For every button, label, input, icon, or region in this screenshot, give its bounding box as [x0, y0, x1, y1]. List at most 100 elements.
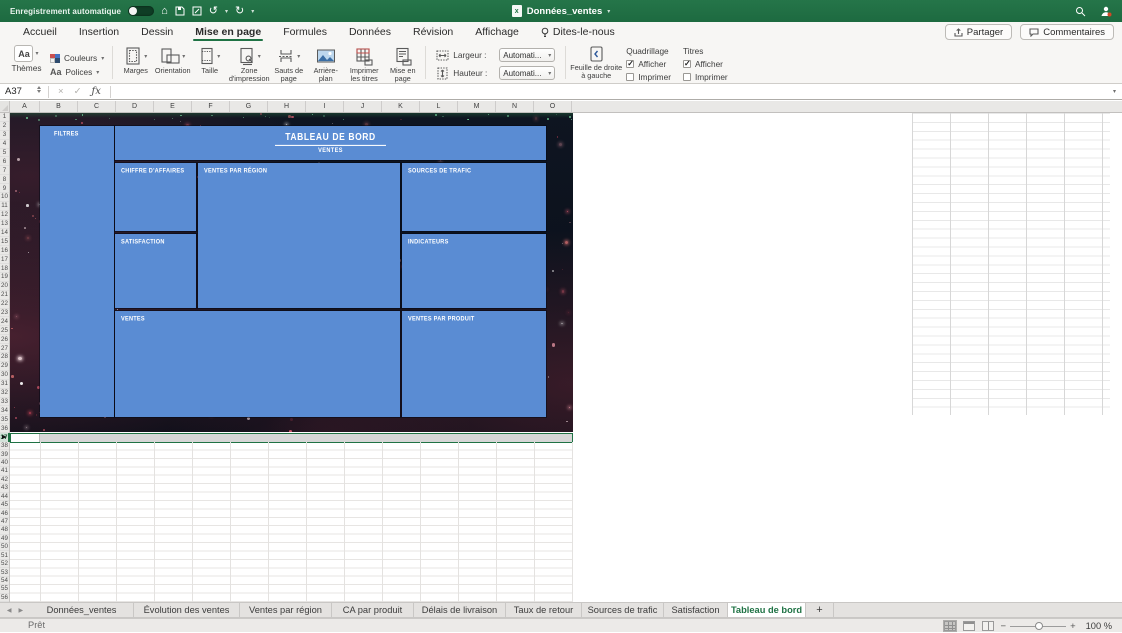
sheet-tab-d-lais-de-livraison[interactable]: Délais de livraison — [414, 603, 506, 617]
row-header-25[interactable]: 25 — [0, 326, 9, 336]
row-header-20[interactable]: 20 — [0, 282, 9, 291]
row-header-8[interactable]: 8 — [0, 175, 9, 185]
row-header-10[interactable]: 10 — [0, 193, 9, 202]
rtl-sheet-button[interactable]: Feuille de droite à gauche — [570, 42, 622, 83]
zone-impression-button[interactable]: ▾ Zone d'impression — [228, 45, 270, 83]
dashboard-image[interactable]: FILTRES TABLEAU DE BORD VENTES CHIFFRE D… — [10, 113, 573, 432]
row-header-22[interactable]: 22 — [0, 300, 9, 309]
row-header-5[interactable]: 5 — [0, 149, 9, 158]
row-header-11[interactable]: 11 — [0, 202, 9, 211]
row-header-39[interactable]: 39 — [0, 450, 9, 459]
row-header-24[interactable]: 24 — [0, 317, 9, 327]
sheet-tab-nav[interactable]: ◀ ▶ — [0, 603, 30, 617]
sheet-tab-sources-de-trafic[interactable]: Sources de trafic — [582, 603, 664, 617]
row-header-45[interactable]: 45 — [0, 501, 9, 510]
row-header-3[interactable]: 3 — [0, 131, 9, 140]
row-header-17[interactable]: 17 — [0, 255, 9, 265]
column-header-J[interactable]: J — [344, 101, 382, 112]
page-layout-view-icon[interactable] — [962, 621, 975, 631]
row-header-12[interactable]: 12 — [0, 211, 9, 220]
share-button[interactable]: Partager — [944, 24, 1013, 40]
column-header-M[interactable]: M — [458, 101, 496, 112]
orientation-button[interactable]: ▾ Orientation — [154, 45, 191, 75]
couleurs-button[interactable]: Couleurs ▾ — [50, 53, 104, 63]
imprimer-titres-button[interactable]: Imprimer les titres — [344, 45, 384, 83]
row-header-26[interactable]: 26 — [0, 335, 9, 345]
ribbon-tab-insertion[interactable]: Insertion — [68, 22, 130, 42]
undo-icon[interactable]: ↺ — [209, 5, 218, 17]
row-header-44[interactable]: 44 — [0, 493, 9, 501]
cancel-entry-icon[interactable]: × — [53, 86, 69, 97]
sheet-tab-satisfaction[interactable]: Satisfaction — [664, 603, 728, 617]
ribbon-tab-donn-es[interactable]: Données — [338, 22, 402, 42]
row-header-53[interactable]: 53 — [0, 568, 9, 577]
row-headers-top[interactable]: 1 2 3 4 5 6 7 8 9 10 11 12 13 14 15 16 17 18 19 20 21 22 23 24 2… — [0, 113, 10, 434]
column-header-G[interactable]: G — [230, 101, 268, 112]
row-header-14[interactable]: 14 — [0, 229, 9, 238]
row-header-2[interactable]: 2 — [0, 122, 9, 131]
row-header-21[interactable]: 21 — [0, 291, 9, 300]
autosave-toggle[interactable] — [128, 6, 155, 16]
selected-row-37[interactable] — [10, 432, 573, 443]
column-header-N[interactable]: N — [496, 101, 534, 112]
home-icon[interactable]: ⌂ — [161, 5, 168, 17]
zoom-out-icon[interactable]: − — [1001, 621, 1007, 632]
column-header-D[interactable]: D — [116, 101, 154, 112]
column-header-A[interactable]: A — [10, 101, 40, 112]
select-all-corner[interactable] — [0, 101, 10, 112]
save-icon[interactable] — [175, 6, 185, 16]
sheet-tab-taux-de-retour[interactable]: Taux de retour — [506, 603, 582, 617]
row-header-56[interactable]: 56 — [0, 594, 9, 603]
row-header-46[interactable]: 46 — [0, 509, 9, 518]
row-header-27[interactable]: 27 — [0, 344, 9, 354]
zoom-in-icon[interactable]: + — [1070, 621, 1076, 632]
active-cell-A37[interactable] — [11, 433, 40, 442]
row-header-52[interactable]: 52 — [0, 560, 9, 569]
toolbar-overflow-icon[interactable]: ▾ — [251, 8, 254, 15]
function-icon[interactable]: ƒx — [87, 86, 106, 97]
normal-view-icon[interactable] — [943, 621, 956, 631]
ribbon-tab-accueil[interactable]: Accueil — [12, 22, 68, 42]
sheet-tab-tableau-de-bord[interactable]: Tableau de bord — [728, 603, 806, 617]
ribbon-tab-affichage[interactable]: Affichage — [464, 22, 530, 42]
edit-icon[interactable] — [192, 6, 202, 16]
titres-afficher-checkbox[interactable]: Afficher — [682, 59, 728, 69]
title-chevron-icon[interactable]: ▾ — [607, 8, 610, 15]
row-header-16[interactable]: 16 — [0, 246, 9, 256]
name-box[interactable]: A37 — [0, 84, 44, 99]
tab-prev-icon[interactable]: ◀ — [7, 607, 12, 614]
row-header-48[interactable]: 48 — [0, 526, 9, 535]
row-header-34[interactable]: 34 — [0, 406, 9, 416]
comments-button[interactable]: Commentaires — [1020, 24, 1114, 40]
row-header-36[interactable]: 36 — [0, 424, 9, 434]
row-header-51[interactable]: 51 — [0, 551, 9, 560]
row-header-55[interactable]: 55 — [0, 585, 9, 594]
row-header-30[interactable]: 30 — [0, 371, 9, 380]
row-header-18[interactable]: 18 — [0, 264, 9, 274]
row-header-35[interactable]: 35 — [0, 415, 9, 425]
undo-chevron-icon[interactable]: ▾ — [225, 8, 228, 15]
row-header-9[interactable]: 9 — [0, 184, 9, 194]
row-header-50[interactable]: 50 — [0, 543, 9, 552]
row-header-42[interactable]: 42 — [0, 476, 9, 485]
zoom-slider[interactable]: − + — [1001, 621, 1076, 632]
quadrillage-imprimer-checkbox[interactable]: Imprimer — [626, 72, 671, 82]
row-header-49[interactable]: 49 — [0, 535, 9, 544]
column-header-K[interactable]: K — [382, 101, 420, 112]
largeur-dropdown[interactable]: Automati... ▾ — [499, 48, 556, 62]
sheet-tab-donn-es-ventes[interactable]: Données_ventes — [30, 603, 134, 617]
row-header-29[interactable]: 29 — [0, 362, 9, 371]
confirm-entry-icon[interactable]: ✓ — [69, 86, 87, 97]
quadrillage-afficher-checkbox[interactable]: Afficher — [626, 59, 671, 69]
sheet-tab-ca-par-produit[interactable]: CA par produit — [332, 603, 414, 617]
ribbon-tab-dessin[interactable]: Dessin — [130, 22, 184, 42]
row-header-28[interactable]: 28 — [0, 353, 9, 362]
row-header-47[interactable]: 47 — [0, 518, 9, 527]
row-header-32[interactable]: 32 — [0, 389, 9, 398]
ribbon-tab-dites-le-nous[interactable]: Dites-le-nous — [530, 22, 626, 42]
column-header-F[interactable]: F — [192, 101, 230, 112]
row-headers-bottom[interactable]: 38 39 40 41 42 43 44 45 46 47 48 49 50 51 52 53 54 55 56 — [0, 442, 10, 603]
row-header-40[interactable]: 40 — [0, 459, 9, 468]
column-header-C[interactable]: C — [78, 101, 116, 112]
search-icon[interactable] — [1075, 6, 1086, 17]
